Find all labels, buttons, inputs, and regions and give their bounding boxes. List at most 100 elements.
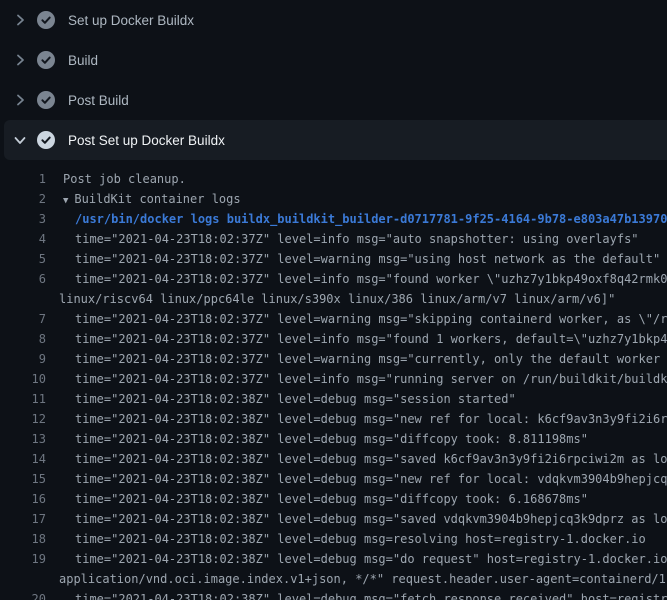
check-circle-icon bbox=[37, 131, 55, 149]
log-line: ▼application/vnd.oci.image.index.v1+json… bbox=[0, 569, 667, 589]
log-text: ▼time="2021-04-23T18:02:38Z" level=debug… bbox=[75, 549, 667, 569]
log-line: 8 ▼time="2021-04-23T18:02:37Z" level=inf… bbox=[0, 329, 667, 349]
log-text[interactable]: ▼ BuildKit container logs bbox=[63, 189, 667, 209]
log-text: ▼time="2021-04-23T18:02:38Z" level=debug… bbox=[75, 429, 667, 449]
check-circle-icon bbox=[37, 11, 55, 29]
log-line: 12 ▼time="2021-04-23T18:02:38Z" level=de… bbox=[0, 409, 667, 429]
log-line: 18 ▼time="2021-04-23T18:02:38Z" level=de… bbox=[0, 529, 667, 549]
log-text: ▼time="2021-04-23T18:02:37Z" level=info … bbox=[75, 329, 667, 349]
line-number[interactable]: 14 bbox=[0, 449, 46, 469]
log-text-content: time="2021-04-23T18:02:37Z" level=warnin… bbox=[75, 352, 667, 366]
log-text-content: time="2021-04-23T18:02:37Z" level=warnin… bbox=[75, 312, 667, 326]
step-header[interactable]: Set up Docker Buildx bbox=[0, 0, 667, 40]
line-number[interactable] bbox=[0, 569, 46, 589]
line-number[interactable]: 20 bbox=[0, 589, 46, 600]
log-text: ▼linux/riscv64 linux/ppc64le linux/s390x… bbox=[59, 289, 667, 309]
log-text-content: time="2021-04-23T18:02:37Z" level=warnin… bbox=[75, 252, 660, 266]
log-text-content: time="2021-04-23T18:02:37Z" level=info m… bbox=[75, 272, 667, 286]
log-text-content: time="2021-04-23T18:02:38Z" level=debug … bbox=[75, 412, 667, 426]
step-header[interactable]: Build bbox=[0, 40, 667, 80]
step-label: Post Build bbox=[68, 93, 129, 108]
log-line: 17 ▼time="2021-04-23T18:02:38Z" level=de… bbox=[0, 509, 667, 529]
check-circle-icon bbox=[37, 91, 55, 109]
log-text: ▼time="2021-04-23T18:02:38Z" level=debug… bbox=[75, 529, 667, 549]
line-number[interactable]: 4 bbox=[0, 229, 46, 249]
log-text: ▼time="2021-04-23T18:02:38Z" level=debug… bbox=[75, 469, 667, 489]
log-line: 16 ▼time="2021-04-23T18:02:38Z" level=de… bbox=[0, 489, 667, 509]
line-number[interactable]: 2 bbox=[0, 189, 46, 209]
log-area: 1 ▼Post job cleanup. 2 ▼ BuildKit contain… bbox=[0, 160, 667, 600]
log-text-content: time="2021-04-23T18:02:38Z" level=debug … bbox=[75, 532, 646, 546]
line-number[interactable]: 5 bbox=[0, 249, 46, 269]
log-line: 19 ▼time="2021-04-23T18:02:38Z" level=de… bbox=[0, 549, 667, 569]
log-text: ▼time="2021-04-23T18:02:37Z" level=warni… bbox=[75, 309, 667, 329]
log-text: ▼/usr/bin/docker logs buildx_buildkit_bu… bbox=[75, 209, 667, 229]
group-toggle-icon[interactable]: ▼ bbox=[63, 196, 68, 206]
log-text: ▼time="2021-04-23T18:02:38Z" level=debug… bbox=[75, 489, 667, 509]
log-text-content: time="2021-04-23T18:02:38Z" level=debug … bbox=[75, 472, 667, 486]
log-text-content: time="2021-04-23T18:02:37Z" level=info m… bbox=[75, 232, 639, 246]
log-command-line: 3 ▼/usr/bin/docker logs buildx_buildkit_… bbox=[0, 209, 667, 229]
line-number[interactable]: 6 bbox=[0, 269, 46, 289]
log-text-content: time="2021-04-23T18:02:37Z" level=info m… bbox=[75, 332, 667, 346]
line-number[interactable]: 10 bbox=[0, 369, 46, 389]
line-number[interactable] bbox=[0, 289, 46, 309]
log-line: ▼linux/riscv64 linux/ppc64le linux/s390x… bbox=[0, 289, 667, 309]
line-number[interactable]: 17 bbox=[0, 509, 46, 529]
log-line: 10 ▼time="2021-04-23T18:02:37Z" level=in… bbox=[0, 369, 667, 389]
step-header[interactable]: Post Set up Docker Buildx bbox=[4, 120, 667, 160]
log-line: 9 ▼time="2021-04-23T18:02:37Z" level=war… bbox=[0, 349, 667, 369]
log-text-content: BuildKit container logs bbox=[74, 192, 240, 206]
log-line: 5 ▼time="2021-04-23T18:02:37Z" level=war… bbox=[0, 249, 667, 269]
log-text: ▼time="2021-04-23T18:02:38Z" level=debug… bbox=[75, 389, 667, 409]
line-number[interactable]: 16 bbox=[0, 489, 46, 509]
step-label: Post Set up Docker Buildx bbox=[68, 133, 225, 148]
step-label: Set up Docker Buildx bbox=[68, 13, 194, 28]
log-text-content: time="2021-04-23T18:02:38Z" level=debug … bbox=[75, 432, 588, 446]
line-number[interactable]: 9 bbox=[0, 349, 46, 369]
chevron-right-icon[interactable] bbox=[12, 52, 28, 68]
chevron-right-icon[interactable] bbox=[12, 92, 28, 108]
log-text: ▼time="2021-04-23T18:02:38Z" level=debug… bbox=[75, 509, 667, 529]
line-number[interactable]: 8 bbox=[0, 329, 46, 349]
log-line: 14 ▼time="2021-04-23T18:02:38Z" level=de… bbox=[0, 449, 667, 469]
log-line: 4 ▼time="2021-04-23T18:02:37Z" level=inf… bbox=[0, 229, 667, 249]
log-text-content: time="2021-04-23T18:02:37Z" level=info m… bbox=[75, 372, 667, 386]
log-text: ▼time="2021-04-23T18:02:37Z" level=warni… bbox=[75, 349, 667, 369]
steps-list: Set up Docker Buildx Build bbox=[0, 0, 667, 160]
line-number[interactable]: 15 bbox=[0, 469, 46, 489]
step-label: Build bbox=[68, 53, 98, 68]
line-number[interactable]: 13 bbox=[0, 429, 46, 449]
log-line: 13 ▼time="2021-04-23T18:02:38Z" level=de… bbox=[0, 429, 667, 449]
log-text-content: time="2021-04-23T18:02:38Z" level=debug … bbox=[75, 592, 667, 600]
line-number[interactable]: 1 bbox=[0, 169, 46, 189]
line-number[interactable]: 7 bbox=[0, 309, 46, 329]
step-header[interactable]: Post Build bbox=[0, 80, 667, 120]
log-line: 7 ▼time="2021-04-23T18:02:37Z" level=war… bbox=[0, 309, 667, 329]
chevron-down-icon[interactable] bbox=[12, 132, 28, 148]
line-number[interactable]: 18 bbox=[0, 529, 46, 549]
line-number[interactable]: 19 bbox=[0, 549, 46, 569]
log-text-content: time="2021-04-23T18:02:38Z" level=debug … bbox=[75, 392, 516, 406]
log-text-content: time="2021-04-23T18:02:38Z" level=debug … bbox=[75, 512, 667, 526]
log-text: ▼time="2021-04-23T18:02:37Z" level=info … bbox=[75, 369, 667, 389]
log-text-content: /usr/bin/docker logs buildx_buildkit_bui… bbox=[75, 212, 667, 226]
log-text-content: time="2021-04-23T18:02:38Z" level=debug … bbox=[75, 452, 667, 466]
chevron-right-icon[interactable] bbox=[12, 12, 28, 28]
log-line: 11 ▼time="2021-04-23T18:02:38Z" level=de… bbox=[0, 389, 667, 409]
log-text-content: time="2021-04-23T18:02:38Z" level=debug … bbox=[75, 552, 667, 566]
check-circle-icon bbox=[37, 51, 55, 69]
log-text: ▼time="2021-04-23T18:02:37Z" level=info … bbox=[75, 269, 667, 289]
log-text-content: linux/riscv64 linux/ppc64le linux/s390x … bbox=[59, 292, 615, 306]
log-text: ▼time="2021-04-23T18:02:38Z" level=debug… bbox=[75, 589, 667, 600]
log-text: ▼time="2021-04-23T18:02:38Z" level=debug… bbox=[75, 449, 667, 469]
log-line: 15 ▼time="2021-04-23T18:02:38Z" level=de… bbox=[0, 469, 667, 489]
log-text: ▼Post job cleanup. bbox=[63, 169, 667, 189]
log-text-content: application/vnd.oci.image.index.v1+json,… bbox=[59, 572, 667, 586]
line-number[interactable]: 12 bbox=[0, 409, 46, 429]
log-text: ▼application/vnd.oci.image.index.v1+json… bbox=[59, 569, 667, 589]
line-number[interactable]: 3 bbox=[0, 209, 46, 229]
log-text: ▼time="2021-04-23T18:02:38Z" level=debug… bbox=[75, 409, 667, 429]
log-group-line: 2 ▼ BuildKit container logs bbox=[0, 189, 667, 209]
line-number[interactable]: 11 bbox=[0, 389, 46, 409]
